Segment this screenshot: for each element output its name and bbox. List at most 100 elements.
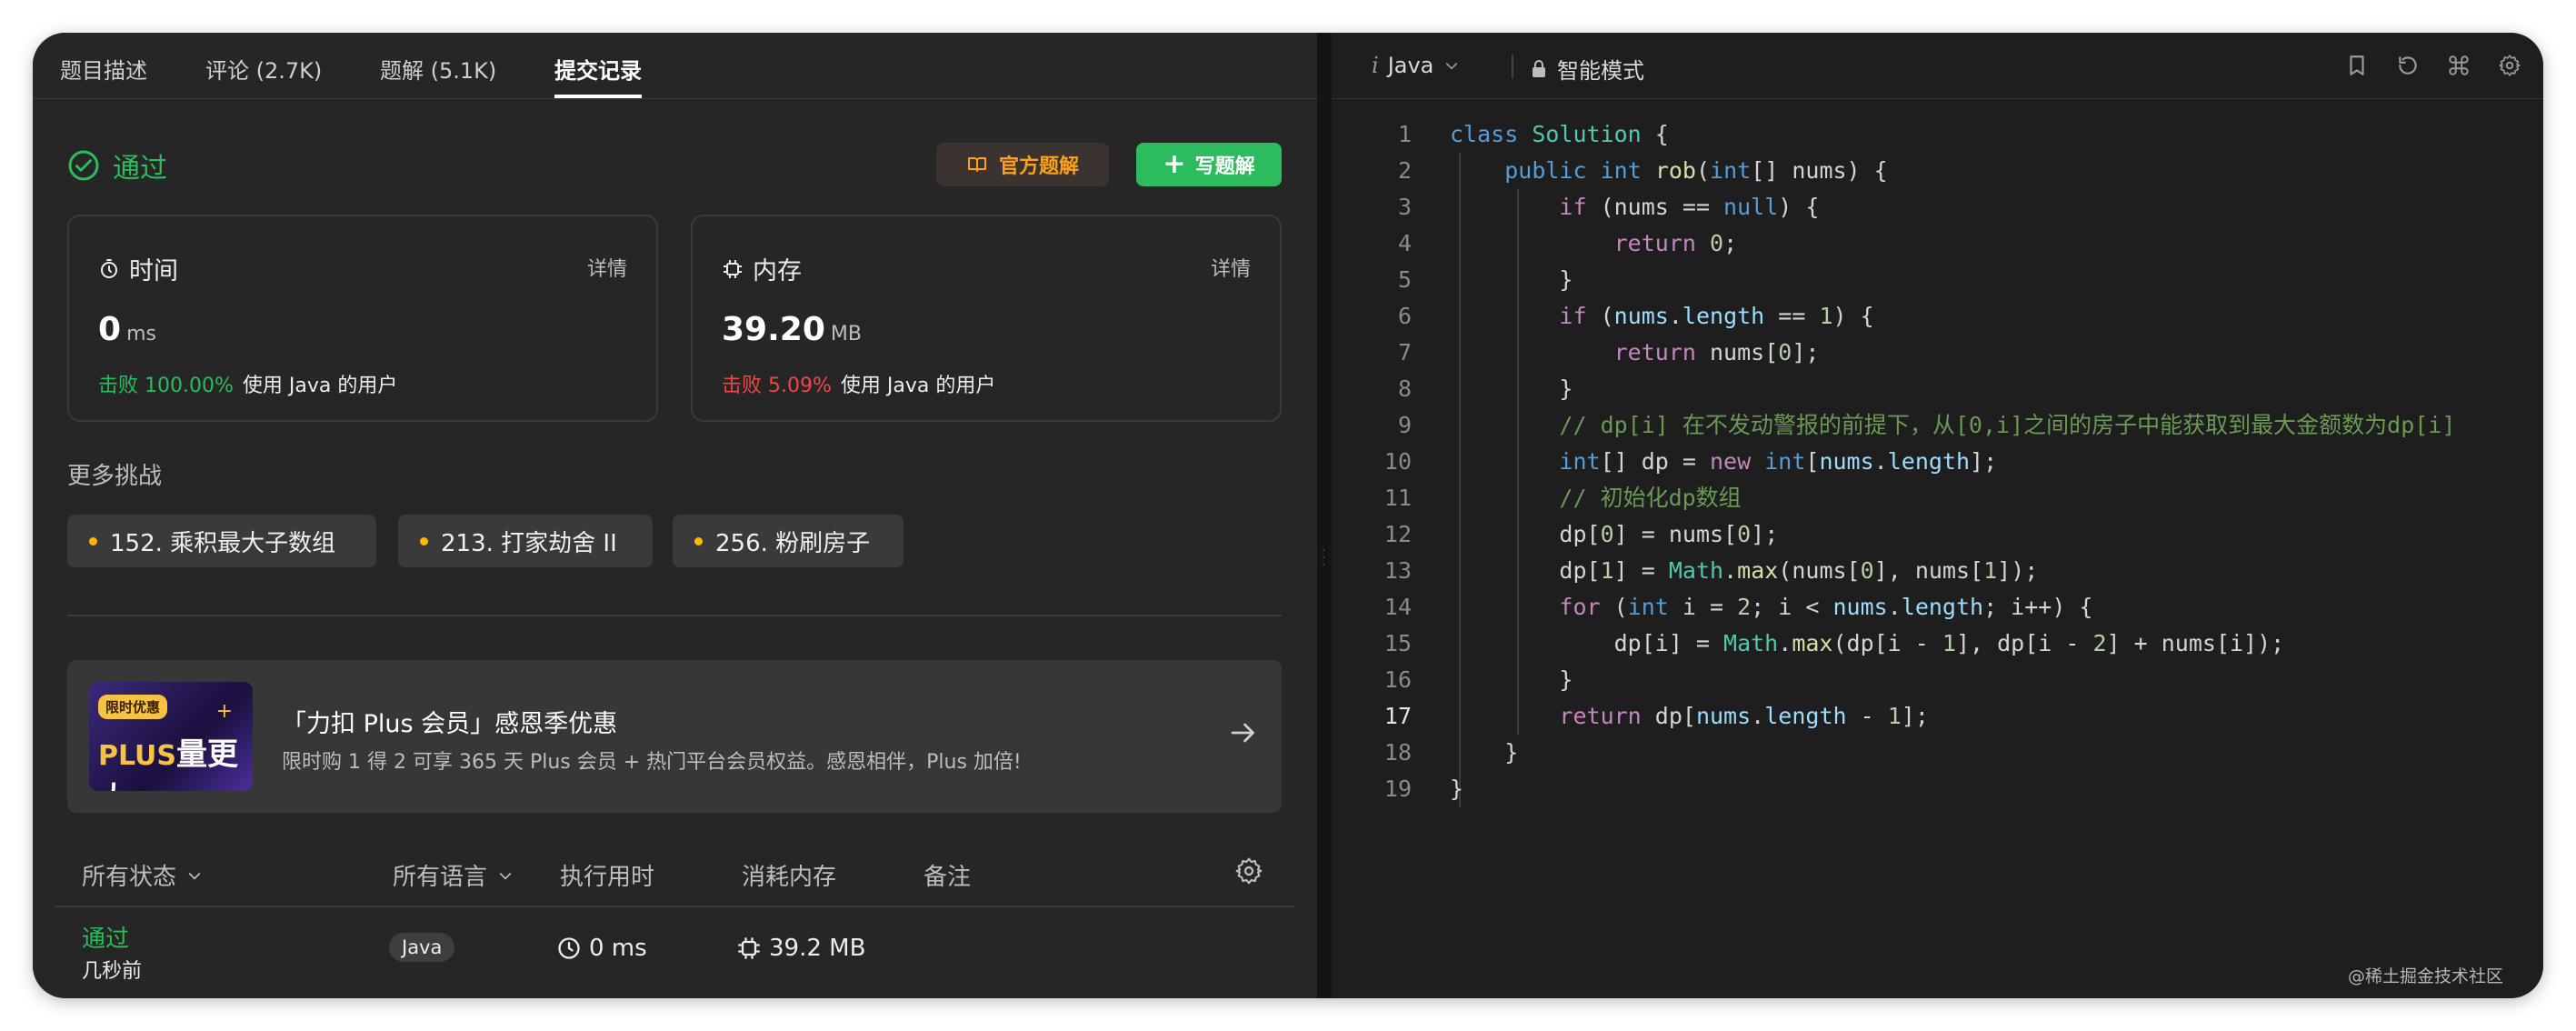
line-number: 9 [1397,412,1412,438]
code-text: return dp[nums.length - 1]; [1559,703,1929,729]
code-line[interactable]: 1 class Solution { [1332,116,2543,153]
code-line[interactable]: 13 dp[1] = Math.max(nums[0], nums[1]); [1332,553,2543,589]
runtime-title: 时间 [129,257,178,285]
code-text: dp[i] = Math.max(dp[i - 1], dp[i - 2] + … [1450,630,2285,656]
code-text: public int rob(int[] nums) { [1504,157,1888,184]
chip-icon [738,937,760,959]
code-line[interactable]: 11 // 初始化dp数组 [1332,480,2543,516]
submission-panel: 题目描述 评论 (2.7K) 题解 (5.1K) 提交记录 通过 官方题解 + … [33,33,1317,998]
official-solution-label: 官方题解 [998,155,1079,178]
challenge-label: 256. 粉刷房子 [715,529,871,557]
filter-language-dropdown[interactable]: 所有语言 [393,858,514,892]
promo-tag: 限时优惠 [98,695,168,719]
runtime-detail-link[interactable]: 详情 [587,253,627,282]
line-number: 5 [1397,266,1412,293]
chevron-down-icon [1445,62,1458,70]
settings-gear-icon[interactable] [1234,856,1263,886]
difficulty-dot-icon [89,536,97,546]
official-solution-button[interactable]: 官方题解 [936,143,1109,186]
code-line[interactable]: 9 // dp[i] 在不发动警报的前提下，从[0,i]之间的房子中能获取到最大… [1332,407,2543,444]
tab-bar: 题目描述 评论 (2.7K) 题解 (5.1K) 提交记录 [33,33,1317,99]
write-solution-button[interactable]: + 写题解 [1136,143,1282,186]
code-line[interactable]: 4 return 0; [1332,225,2543,262]
smart-mode-toggle[interactable]: 智能模式 [1530,53,1644,85]
arrow-right-icon[interactable] [1227,716,1260,749]
line-number: 16 [1383,666,1412,693]
code-text: } [1450,776,1464,802]
command-icon[interactable] [2444,51,2473,80]
code-text: if (nums.length == 1) { [1559,303,1874,329]
code-text: dp[0] = nums[0]; [1450,521,1779,547]
tab-submissions[interactable]: 提交记录 [554,53,642,85]
code-line[interactable]: 2 public int rob(int[] nums) { [1332,153,2543,189]
header-status-label: 所有状态 [82,864,177,891]
runtime-beat-percent: 击败 100.00% [98,375,234,397]
bookmark-icon[interactable] [2342,51,2371,80]
status-text: 通过 [113,153,167,185]
drag-grip-icon: · · · [1322,544,1326,573]
code-text: } [1450,375,1573,402]
promo-title: 「力扣 Plus 会员」感恩季优惠 [282,710,618,738]
code-line[interactable]: 17 return dp[nums.length - 1]; [1332,698,2543,735]
code-line[interactable]: 3 if (nums == null) { [1332,189,2543,225]
challenge-chip[interactable]: 213. 打家劫舍 II [398,515,653,567]
code-line[interactable]: 12 dp[0] = nums[0]; [1332,516,2543,553]
line-number: 7 [1397,339,1412,365]
code-line[interactable]: 5 } [1332,262,2543,298]
write-solution-label: 写题解 [1194,155,1255,178]
tab-comments[interactable]: 评论 (2.7K) [205,53,322,85]
table-divider [55,906,1294,907]
filter-status-dropdown[interactable]: 所有状态 [82,858,204,892]
challenge-chip[interactable]: 152. 乘积最大子数组 [67,515,376,567]
code-line[interactable]: 10 int[] dp = new int[nums.length]; [1332,444,2543,480]
code-text: } [1450,266,1573,293]
promo-plus-text: PLUS [98,740,177,772]
chip-icon [724,259,742,278]
code-line[interactable]: 15 dp[i] = Math.max(dp[i - 1], dp[i - 2]… [1332,626,2543,662]
stopwatch-icon [101,258,117,278]
code-line[interactable]: 6 if (nums.length == 1) { [1332,298,2543,335]
tab-description[interactable]: 题目描述 [60,53,147,85]
settings-gear-icon[interactable] [2495,51,2524,80]
code-text: return nums[0]; [1613,339,1820,365]
code-text: dp[1] = Math.max(nums[0], nums[1]); [1450,557,2039,584]
memory-beat-percent: 击败 5.09% [722,375,832,397]
language-selector[interactable]: i Java [1372,53,1461,78]
code-line[interactable]: 19} [1332,771,2543,807]
code-text: } [1450,666,1573,693]
row-status[interactable]: 通过 [82,920,129,954]
code-line[interactable]: 8 } [1332,371,2543,407]
promo-image: 限时优惠 + PLUS量更大 [89,682,253,791]
submission-status: 通过 [67,145,167,185]
line-number: 2 [1397,157,1412,184]
code-text: int[] dp = new int[nums.length]; [1559,448,1998,475]
tab-solutions[interactable]: 题解 (5.1K) [380,53,496,85]
clock-icon [558,937,580,959]
header-memory: 消耗内存 [742,864,837,891]
runtime-value: 0 [98,311,122,348]
line-number: 14 [1383,594,1412,620]
runtime-beat-text: 使用 Java 的用户 [242,375,398,397]
code-line[interactable]: 7 return nums[0]; [1332,335,2543,371]
lock-icon [1533,59,1545,77]
code-text: // dp[i] 在不发动警报的前提下，从[0,i]之间的房子中能获取到最大金额… [1559,412,2456,438]
difficulty-dot-icon [694,536,703,546]
line-number: 19 [1383,776,1412,802]
info-icon: i [1372,53,1379,78]
code-line[interactable]: 14 for (int i = 2; i < nums.length; i++)… [1332,589,2543,626]
pane-resize-handle[interactable]: · · · [1317,33,1332,998]
plus-promo-banner[interactable]: 限时优惠 + PLUS量更大 「力扣 Plus 会员」感恩季优惠 限时购 1 得… [67,660,1282,813]
line-number: 10 [1383,448,1412,475]
language-badge: Java [389,933,455,962]
language-label: Java [1387,53,1434,78]
code-line[interactable]: 18 } [1332,735,2543,771]
row-runtime: 0 ms [556,935,647,962]
code-line[interactable]: 16 } [1332,662,2543,698]
header-language-label: 所有语言 [393,864,488,891]
memory-detail-link[interactable]: 详情 [1211,253,1251,282]
code-text: class Solution { [1450,121,1669,147]
reset-icon[interactable] [2393,51,2422,80]
watermark: @稀土掘金技术社区 [2347,966,2503,986]
challenge-chip[interactable]: 256. 粉刷房子 [673,515,904,567]
section-divider [67,615,1282,616]
